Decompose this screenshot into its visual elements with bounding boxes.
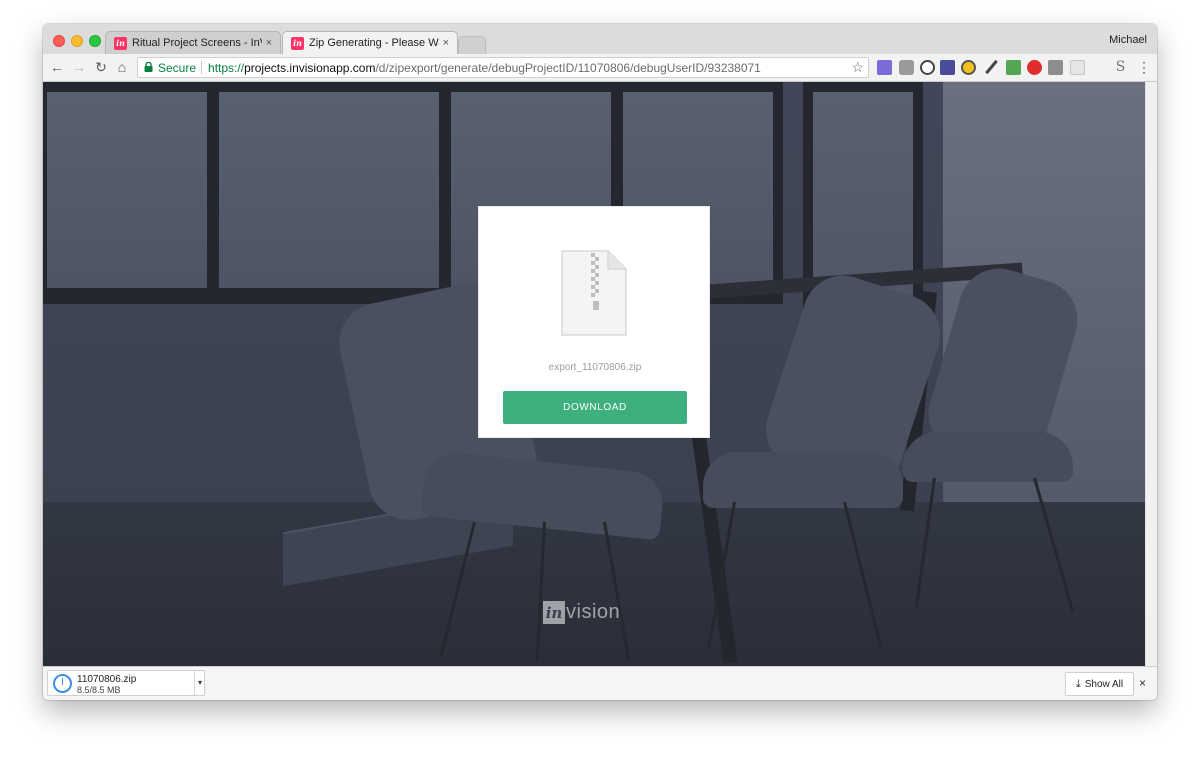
kebab-menu-icon[interactable]: ⋮ bbox=[1137, 59, 1151, 76]
tab-strip: in Ritual Project Screens - InVision × i… bbox=[43, 24, 1157, 54]
reload-icon[interactable]: ↻ bbox=[93, 59, 109, 75]
address-bar[interactable]: Secure https:// projects.invisionapp.com… bbox=[137, 57, 869, 78]
chrome-icon[interactable] bbox=[961, 60, 976, 75]
forward-arrow-icon[interactable]: → bbox=[71, 59, 87, 75]
zip-file-icon bbox=[561, 250, 627, 336]
background-chair-seat bbox=[903, 432, 1073, 482]
background-window-pane bbox=[219, 92, 439, 288]
secure-label: Secure bbox=[158, 60, 197, 75]
url-path: /d/zipexport/generate/debugProjectID/110… bbox=[375, 60, 761, 75]
mail-icon[interactable] bbox=[940, 60, 955, 75]
download-file-name: 11070806.zip bbox=[77, 674, 137, 685]
zip-file-name: export_11070806.zip bbox=[548, 362, 642, 373]
download-icon: ⤓ bbox=[1075, 677, 1081, 690]
download-progress-icon bbox=[53, 674, 72, 693]
adblock-icon[interactable] bbox=[1027, 60, 1042, 75]
invision-logo: in vision bbox=[543, 601, 620, 624]
evernote-icon[interactable] bbox=[1006, 60, 1021, 75]
address-divider bbox=[201, 61, 203, 74]
download-card: export_11070806.zip DOWNLOAD bbox=[478, 206, 710, 438]
close-shelf-icon[interactable]: × bbox=[1139, 676, 1146, 690]
browser-toolbar: ← → ↻ ⌂ Secure https:// projects.invisio… bbox=[43, 54, 1157, 82]
invision-logo-wordmark: vision bbox=[566, 601, 621, 623]
tab-close-icon[interactable]: × bbox=[266, 37, 272, 49]
zoom-window-button[interactable] bbox=[89, 35, 101, 47]
show-all-label: Show All bbox=[1084, 678, 1124, 690]
download-options-chevron-icon[interactable]: ▾ bbox=[194, 671, 205, 695]
download-button[interactable]: DOWNLOAD bbox=[503, 391, 687, 424]
invision-logo-badge: in bbox=[543, 601, 565, 624]
reader-icon[interactable] bbox=[1070, 60, 1085, 75]
close-window-button[interactable] bbox=[53, 35, 65, 47]
back-arrow-icon[interactable]: ← bbox=[49, 59, 65, 75]
shield-icon[interactable] bbox=[1048, 60, 1063, 75]
download-size: 8.5/8.5 MB bbox=[77, 685, 121, 695]
ghost-icon[interactable] bbox=[1092, 60, 1107, 75]
tools-icon[interactable] bbox=[899, 60, 914, 75]
onepassword-icon[interactable] bbox=[920, 60, 935, 75]
home-icon[interactable]: ⌂ bbox=[114, 59, 130, 75]
tab-close-icon[interactable]: × bbox=[443, 37, 449, 49]
background-chair-seat bbox=[703, 452, 903, 508]
invision-favicon-icon: in bbox=[114, 36, 127, 50]
show-all-button[interactable]: ⤓ Show All bbox=[1065, 672, 1134, 696]
calendar-icon[interactable] bbox=[877, 60, 892, 75]
download-shelf: 11070806.zip 8.5/8.5 MB ▾ ⤓ Show All × bbox=[43, 666, 1157, 700]
tab-zip-generating[interactable]: in Zip Generating - Please Wait... × bbox=[282, 31, 458, 54]
url-scheme: https:// bbox=[208, 60, 245, 75]
bookmark-star-icon[interactable]: ☆ bbox=[851, 59, 864, 76]
url-host: projects.invisionapp.com bbox=[244, 60, 376, 75]
invision-favicon-icon: in bbox=[291, 36, 304, 50]
tab-ritual-project-screens[interactable]: in Ritual Project Screens - InVision × bbox=[105, 31, 281, 54]
page-content: export_11070806.zip DOWNLOAD in vision bbox=[43, 82, 1145, 666]
vertical-scrollbar[interactable] bbox=[1145, 82, 1157, 666]
new-tab-button[interactable] bbox=[458, 36, 486, 54]
tab-title: Ritual Project Screens - InVision bbox=[132, 37, 262, 49]
s-icon[interactable]: S bbox=[1113, 60, 1128, 75]
profile-name[interactable]: Michael bbox=[1109, 34, 1147, 46]
background-window-pane bbox=[47, 92, 207, 288]
tab-title: Zip Generating - Please Wait... bbox=[309, 37, 439, 49]
download-item[interactable]: 11070806.zip 8.5/8.5 MB ▾ bbox=[47, 670, 205, 696]
lock-icon bbox=[144, 61, 153, 72]
minimize-window-button[interactable] bbox=[71, 35, 83, 47]
browser-window: in Ritual Project Screens - InVision × i… bbox=[43, 24, 1157, 700]
pen-icon[interactable] bbox=[984, 60, 999, 75]
